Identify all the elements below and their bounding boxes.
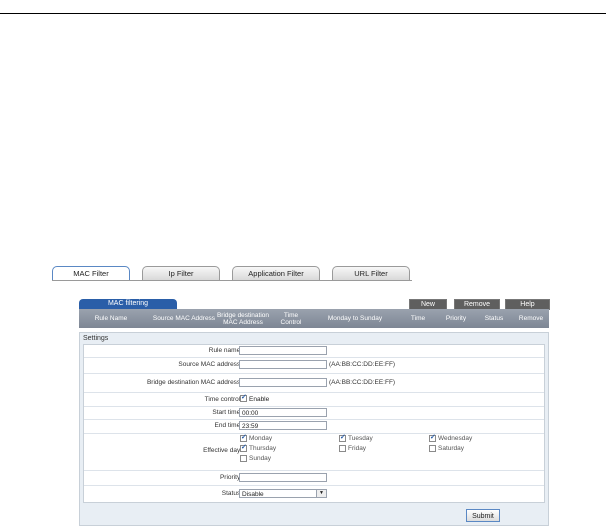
source-mac-label: Source MAC address: <box>178 361 242 368</box>
effective-day-label: Effective day: <box>203 447 242 454</box>
settings-section: Settings Rule name: Source MAC address: … <box>79 332 549 526</box>
row-effective-day: Effective day: Monday Tuesday Wednesday … <box>84 433 544 471</box>
source-mac-hint: (AA:BB:CC:DD:EE:FF) <box>329 361 396 368</box>
friday-checkbox[interactable] <box>339 445 346 452</box>
thursday-label: Thursday <box>249 445 277 452</box>
row-source-mac: Source MAC address: (AA:BB:CC:DD:EE:FF) <box>84 357 544 374</box>
wednesday-label: Wednesday <box>438 435 473 442</box>
tuesday-label: Tuesday <box>348 435 373 442</box>
thursday-checkbox[interactable] <box>240 443 247 452</box>
sunday-label: Sunday <box>249 455 272 462</box>
time-control-enable-label: Enable <box>249 396 270 403</box>
monday-checkbox[interactable] <box>240 433 247 442</box>
row-end-time: End time: 23:59 <box>84 419 544 434</box>
settings-footer: Submit <box>80 505 548 526</box>
end-time-input[interactable]: 23:59 <box>239 421 327 430</box>
panel-tab-mac-filtering[interactable]: MAC filtering <box>79 299 177 309</box>
col-remove: Remove <box>518 315 544 322</box>
col-monday-to-sunday: Monday to Sunday <box>327 315 383 322</box>
rule-name-input[interactable] <box>239 346 327 355</box>
status-select-value: Disable <box>242 491 264 498</box>
top-divider <box>0 13 606 14</box>
bridge-mac-input[interactable] <box>239 378 327 387</box>
saturday-checkbox[interactable] <box>429 445 436 452</box>
col-rule-name: Rule Name <box>94 315 128 322</box>
submit-button[interactable]: Submit <box>466 509 500 522</box>
col-time-control: Time Control <box>280 311 302 326</box>
time-control-label: Time control: <box>204 396 242 403</box>
mac-filtering-panel: MAC filtering New Remove Help Rule Name … <box>79 299 550 526</box>
row-status: Status: Disable ▼ <box>84 485 544 502</box>
monday-label: Monday <box>249 435 273 442</box>
end-time-label: End time: <box>214 422 242 429</box>
saturday-label: Saturday <box>438 445 465 452</box>
settings-title: Settings <box>83 335 109 342</box>
start-time-input[interactable]: 00:00 <box>239 408 327 417</box>
tab-url-filter[interactable]: URL Filter <box>332 266 410 280</box>
friday-label: Friday <box>348 445 367 452</box>
time-control-checkbox[interactable] <box>240 393 247 402</box>
col-bridge-mac: Bridge destination MAC Address <box>216 311 270 326</box>
wednesday-checkbox[interactable] <box>429 433 436 442</box>
settings-form: Rule name: Source MAC address: (AA:BB:CC… <box>83 344 545 503</box>
col-status: Status <box>484 315 504 322</box>
row-start-time: Start time: 00:00 <box>84 406 544 420</box>
col-time: Time <box>410 315 426 322</box>
status-select[interactable]: Disable ▼ <box>239 489 327 498</box>
bridge-mac-hint: (AA:BB:CC:DD:EE:FF) <box>329 379 396 386</box>
rule-name-label: Rule name: <box>208 347 242 354</box>
tab-baseline <box>52 280 412 281</box>
row-bridge-mac: Bridge destination MAC address: (AA:BB:C… <box>84 373 544 393</box>
col-priority: Priority <box>445 315 467 322</box>
bridge-mac-label: Bridge destination MAC address: <box>146 379 242 386</box>
row-priority: Priority: <box>84 470 544 486</box>
tuesday-checkbox[interactable] <box>339 433 346 442</box>
sunday-checkbox[interactable] <box>240 455 247 462</box>
row-time-control: Time control: Enable <box>84 392 544 407</box>
filter-tabs: MAC Filter Ip Filter Application Filter … <box>52 266 412 281</box>
start-time-label: Start time: <box>212 409 242 416</box>
col-source-mac: Source MAC Address <box>152 315 216 322</box>
source-mac-input[interactable] <box>239 360 327 369</box>
priority-input[interactable] <box>239 473 327 482</box>
rules-table-header: Rule Name Source MAC Address Bridge dest… <box>79 309 549 328</box>
tab-application-filter[interactable]: Application Filter <box>232 266 320 280</box>
tab-mac-filter[interactable]: MAC Filter <box>52 266 130 281</box>
tab-ip-filter[interactable]: Ip Filter <box>142 266 220 280</box>
chevron-down-icon[interactable]: ▼ <box>316 490 326 497</box>
